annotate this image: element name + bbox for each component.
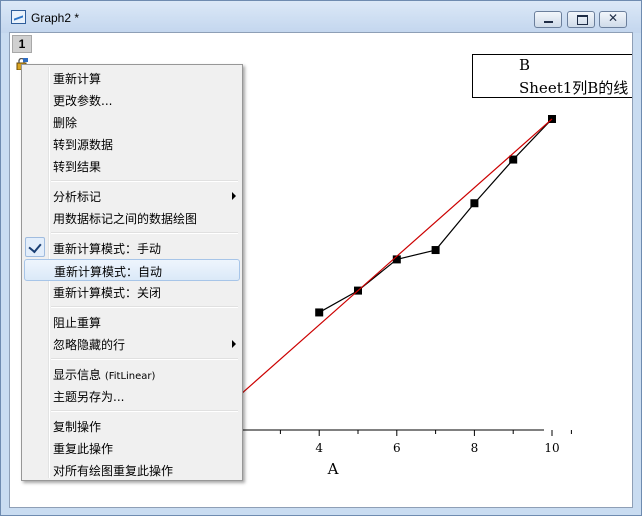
- checkmark-icon: [25, 237, 45, 257]
- menu-item[interactable]: 复制操作: [24, 415, 240, 437]
- series-line: [318, 118, 553, 313]
- menu-item[interactable]: 对所有绘图重复此操作: [24, 459, 240, 481]
- menu-item-label: 忽略隐藏的行: [53, 338, 126, 352]
- data-point: [431, 246, 440, 255]
- legend-label: B: [519, 56, 531, 74]
- x-tick-label: 10: [544, 441, 559, 455]
- menu-item[interactable]: 忽略隐藏的行: [24, 333, 240, 355]
- submenu-arrow-icon: [232, 340, 236, 348]
- menu-item-label: 复制操作: [53, 420, 102, 434]
- menu-item-label: 转到结果: [53, 160, 102, 174]
- menu-item-label: 对所有绘图重复此操作: [53, 464, 174, 478]
- menu-separator: [51, 306, 238, 308]
- close-button[interactable]: ✕: [599, 11, 627, 28]
- minimize-button[interactable]: [534, 11, 562, 28]
- menu-item-label: 更改参数...: [53, 94, 113, 108]
- data-point: [509, 155, 518, 164]
- legend-item: Sheet1列B的线: [473, 77, 632, 97]
- data-point: [470, 199, 479, 208]
- menu-item-label: 用数据标记之间的数据绘图: [53, 212, 198, 226]
- menu-item[interactable]: 阻止重算: [24, 311, 240, 333]
- x-tick-label: 4: [315, 441, 323, 455]
- x-axis-label: A: [327, 460, 339, 478]
- menu-item[interactable]: 重新计算模式：自动: [24, 259, 240, 281]
- maximize-icon: [577, 15, 588, 25]
- menu-item-label: 删除: [53, 116, 78, 130]
- legend-label: Sheet1列B的线: [519, 79, 629, 97]
- menu-separator: [51, 410, 238, 412]
- menu-item[interactable]: 删除: [24, 111, 240, 133]
- menu-separator: [51, 232, 238, 234]
- menu-item[interactable]: 转到结果: [24, 155, 240, 177]
- menu-item-label: 重新计算模式：自动: [54, 265, 163, 279]
- submenu-arrow-icon: [232, 192, 236, 200]
- menu-separator: [51, 180, 238, 182]
- window-title: Graph2 *: [31, 11, 80, 25]
- menu-item[interactable]: 重新计算模式：手动: [24, 237, 240, 259]
- legend-item: B: [473, 56, 632, 76]
- menu-item[interactable]: 重新计算: [24, 67, 240, 89]
- menu-item-label: 主题另存为...: [53, 390, 125, 404]
- menu-item-label: 重新计算模式：关闭: [53, 286, 162, 300]
- context-menu: 重新计算更改参数... 删除转到源数据转到结果分析标记用数据标记之间的数据绘图 重新…: [21, 64, 243, 481]
- menu-item-label: 显示信息 (FitLinear): [53, 368, 156, 382]
- menu-item[interactable]: 显示信息 (FitLinear): [24, 363, 240, 385]
- menu-item[interactable]: 主题另存为...: [24, 385, 240, 407]
- menu-item-label: 重新计算模式：手动: [53, 242, 162, 256]
- menu-item-label: 重新计算: [53, 72, 102, 86]
- menu-item[interactable]: 分析标记: [24, 185, 240, 207]
- close-icon: ✕: [608, 11, 619, 25]
- menu-item-label: 分析标记: [53, 190, 102, 204]
- title-bar[interactable]: Graph2 * ✕: [1, 1, 641, 33]
- graph-window-icon[interactable]: [11, 10, 26, 24]
- menu-item[interactable]: 用数据标记之间的数据绘图: [24, 207, 240, 229]
- menu-item[interactable]: 重复此操作: [24, 437, 240, 459]
- maximize-button[interactable]: [567, 11, 595, 28]
- menu-item-label: 转到源数据: [53, 138, 114, 152]
- data-point: [315, 308, 324, 317]
- x-tick-label: 8: [471, 441, 479, 455]
- minimize-icon: [544, 21, 553, 23]
- menu-item[interactable]: 转到源数据: [24, 133, 240, 155]
- menu-item-label: 重复此操作: [53, 442, 114, 456]
- menu-separator: [51, 358, 238, 360]
- x-tick-label: 6: [393, 441, 401, 455]
- menu-item-label: 阻止重算: [53, 316, 102, 330]
- menu-item[interactable]: 更改参数...: [24, 89, 240, 111]
- legend[interactable]: B Sheet1列B的线: [472, 54, 632, 98]
- menu-item[interactable]: 重新计算模式：关闭: [24, 281, 240, 303]
